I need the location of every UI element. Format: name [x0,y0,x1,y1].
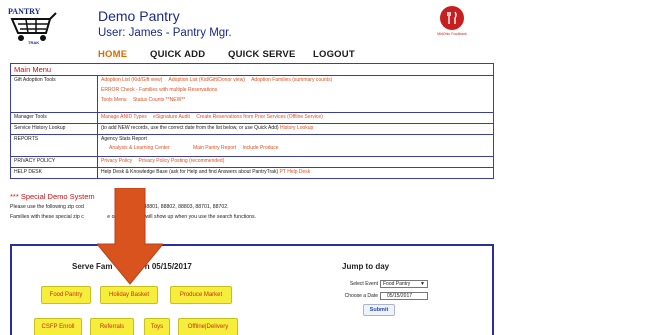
menu-label: PRIVACY POLICY [10,156,98,168]
menu-link[interactable]: Adoption List (Kid/Gift view) [101,77,162,83]
top-navigation: HOME QUICK ADD QUICK SERVE LOGOUT [98,49,355,60]
menu-row-privacy: PRIVACY POLICY Privacy Policy Privacy Po… [10,156,494,168]
menu-link[interactable]: ERROR Check - Families with multiple Res… [101,87,217,93]
menu-link[interactable]: History Lookup [280,125,313,131]
notice-title: *** Special Demo System [10,192,95,201]
menu-text: Agency Stats Report [101,136,147,142]
menu-link[interactable]: Main Pantry Report [193,145,236,151]
menu-label: Service History Lookup [10,123,98,135]
menu-row-service-history: Service History Lookup (to add NEW recor… [10,123,494,135]
menu-link[interactable]: Adoption List (Kid/Gift/Donor view) [169,77,245,83]
produce-market-button[interactable]: Produce Market [170,286,232,304]
main-menu-title: Main Menu [10,63,494,76]
submit-button[interactable]: Submit [363,304,395,316]
pointer-arrow-icon [97,188,163,285]
menu-row-reports: REPORTS Agency Stats Report Analysis & L… [10,134,494,157]
menu-link[interactable]: Adoption Families (summary counts) [251,77,332,83]
menu-link[interactable]: eSignature Audit [153,114,190,120]
partner-logo: MidOhio Foodbank [430,6,474,58]
nav-home[interactable]: HOME [98,49,150,60]
svg-text:PANTRY: PANTRY [8,7,41,16]
notice-text: Please use the following zip cod [10,204,84,210]
menu-label: HELP DESK [10,167,98,179]
menu-link[interactable]: Status Counts **NEW** [133,97,185,103]
menu-link[interactable]: Analysis & Learning Center [109,145,170,151]
menu-text: Help Desk & Knowledge Base (ask for Help… [101,169,279,175]
main-menu-table: Main Menu Gift Adoption Tools Adoption L… [10,63,494,179]
menu-link[interactable]: Manage ANID Types [101,114,147,120]
menu-label: Manager Tools [10,112,98,124]
menu-link[interactable]: Privacy Policy Posting (recommended) [139,158,225,164]
svg-text:TRAK: TRAK [28,40,39,45]
menu-row-help-desk: HELP DESK Help Desk & Knowledge Base (as… [10,167,494,179]
serve-families-panel: Serve Fam n 05/15/2017 Food Pantry Holid… [10,244,494,335]
fork-knife-icon [440,6,464,30]
menu-row-gift-adoption: Gift Adoption Tools Adoption List (Kid/G… [10,75,494,113]
food-pantry-button[interactable]: Food Pantry [41,286,91,304]
jump-to-day-title: Jump to day [342,262,390,271]
event-select[interactable]: Food Pantry ▼ [380,280,428,288]
menu-text: (to add NEW records, use the correct dat… [101,125,279,131]
date-input[interactable]: 05/15/2017 [380,292,428,300]
menu-link[interactable]: Tools Menu [101,97,127,103]
menu-link[interactable]: Privacy Policy [101,158,132,164]
notice-text: Families with these special zip c [10,214,84,220]
menu-link[interactable]: Include Produce [242,145,278,151]
dropdown-caret-icon: ▼ [420,281,425,287]
offline-delivery-button[interactable]: Offline|Delivery [178,318,238,335]
menu-label: Gift Adoption Tools [10,75,98,113]
pantry-title: Demo Pantry [98,8,180,24]
nav-quick-serve[interactable]: QUICK SERVE [228,49,313,60]
partner-name: MidOhio Foodbank [437,32,467,36]
pantrytrak-logo: PANTRY TRAK [6,3,62,45]
csfp-enroll-button[interactable]: CSFP Enroll [34,318,82,335]
menu-row-manager-tools: Manager Tools Manage ANID Types eSignatu… [10,112,494,124]
event-select-value: Food Pantry [383,281,411,287]
nav-logout[interactable]: LOGOUT [313,49,355,60]
menu-link[interactable]: PT Help Desk [280,169,311,175]
menu-label: REPORTS [10,134,98,157]
select-event-label: Select Event [349,281,378,287]
choose-date-label: Choose a Date [344,293,378,299]
user-info: User: James - Pantry Mgr. [98,27,232,39]
nav-quick-add[interactable]: QUICK ADD [150,49,228,60]
menu-link[interactable]: Create Reservations from Prior Services … [196,114,323,120]
